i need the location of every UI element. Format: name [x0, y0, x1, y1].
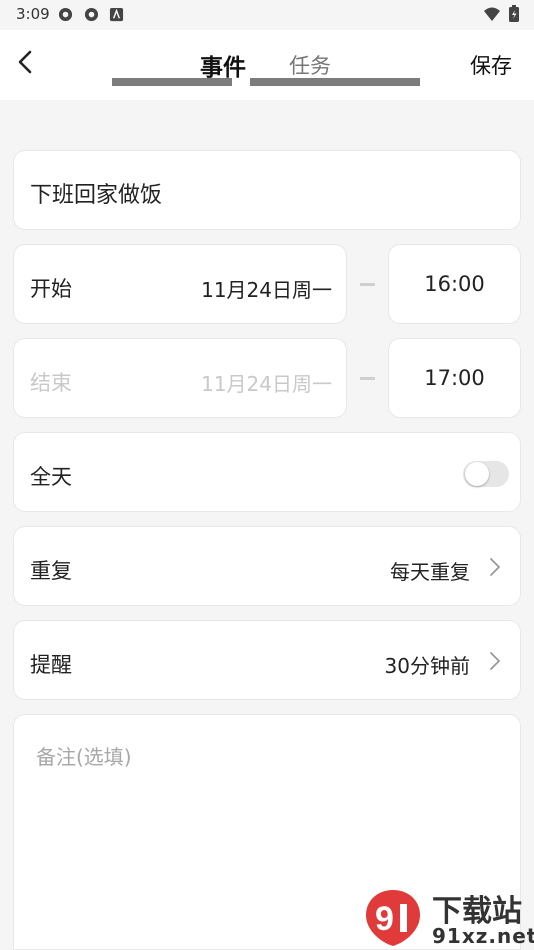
repeat-label: 重复: [30, 559, 72, 583]
all-day-toggle[interactable]: [463, 461, 509, 487]
start-time-field[interactable]: 16:00: [388, 244, 521, 324]
chevron-right-icon: [490, 558, 500, 576]
end-date-value[interactable]: 11月24日周一: [201, 368, 332, 397]
clipped-date-text-fragment: [112, 78, 420, 86]
notes-placeholder[interactable]: 备注(选填): [36, 741, 132, 770]
reminder-value: 30分钟前: [384, 654, 470, 678]
end-time-field[interactable]: 17:00: [388, 338, 521, 418]
scrolled-header-fragment: [0, 78, 534, 100]
notification-icon: [84, 7, 99, 22]
start-label: 开始: [30, 277, 72, 301]
watermark-logo-icon: 9: [366, 890, 420, 946]
chevron-left-icon[interactable]: [12, 48, 40, 76]
title-input-value[interactable]: 下班回家做饭: [30, 177, 162, 209]
title-field[interactable]: 下班回家做饭: [13, 150, 521, 230]
end-time-value[interactable]: 17:00: [389, 366, 520, 390]
start-date-value[interactable]: 11月24日周一: [201, 274, 332, 303]
battery-icon: [509, 5, 519, 22]
toggle-knob: [465, 462, 489, 486]
save-button[interactable]: 保存: [470, 50, 512, 80]
end-label: 结束: [30, 371, 72, 395]
notification-icon: [58, 7, 73, 22]
all-day-row: 全天: [13, 432, 521, 512]
range-dash: [360, 377, 375, 380]
end-date-field[interactable]: 结束 11月24日周一: [13, 338, 347, 418]
chevron-right-icon: [490, 652, 500, 670]
watermark-domain: 91xz.net: [432, 924, 534, 948]
status-time: 3:09: [16, 5, 50, 23]
start-date-field[interactable]: 开始 11月24日周一: [13, 244, 347, 324]
all-day-label: 全天: [30, 465, 72, 489]
start-time-value[interactable]: 16:00: [389, 272, 520, 296]
reminder-label: 提醒: [30, 653, 72, 677]
site-watermark: 9 下载站 91xz.net: [362, 882, 534, 950]
wifi-icon: [484, 7, 500, 21]
tab-task[interactable]: 任务: [289, 50, 331, 80]
repeat-value: 每天重复: [390, 560, 470, 584]
tab-event[interactable]: 事件: [200, 48, 246, 82]
status-bar: 3:09: [0, 0, 534, 30]
reminder-row[interactable]: 提醒 30分钟前: [13, 620, 521, 700]
repeat-row[interactable]: 重复 每天重复: [13, 526, 521, 606]
app-notification-icon: [109, 7, 124, 22]
svg-text:9: 9: [375, 900, 394, 938]
range-dash: [360, 283, 375, 286]
